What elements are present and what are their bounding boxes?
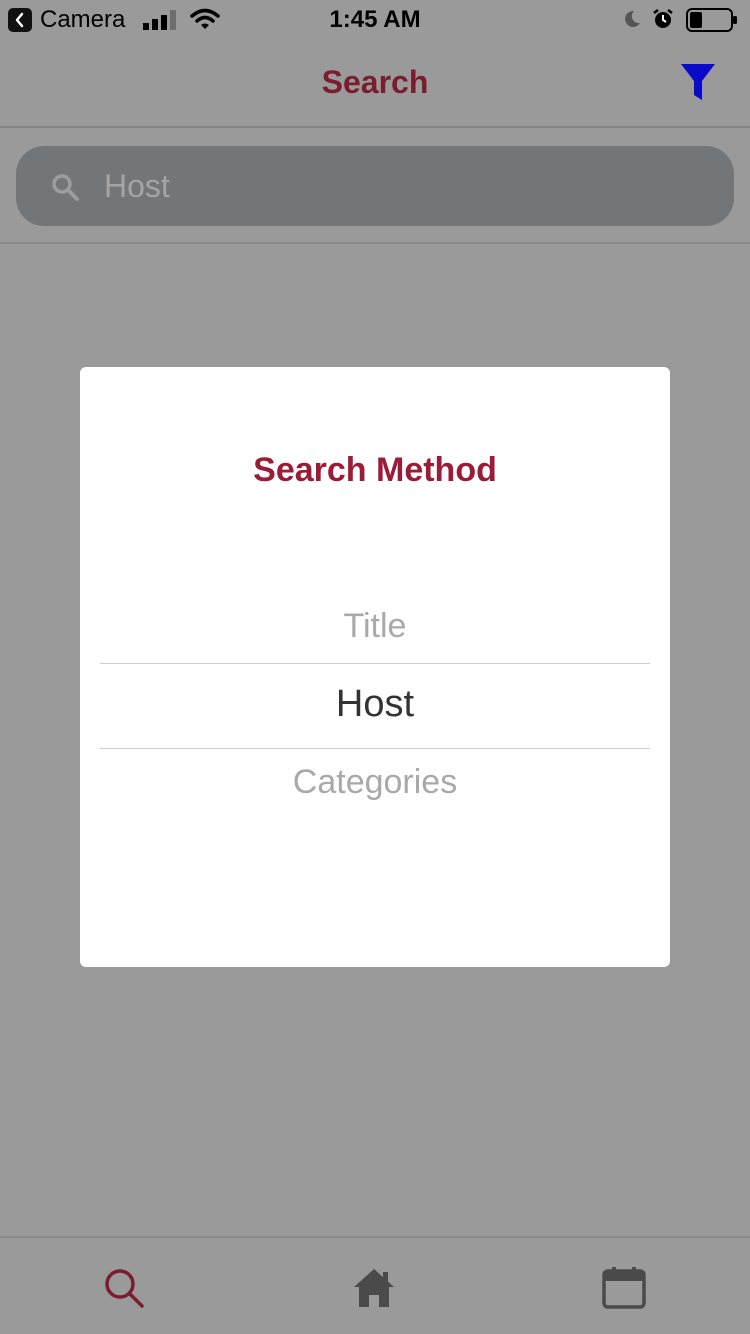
- search-icon: [105, 1269, 144, 1308]
- calendar-icon: [602, 1267, 646, 1309]
- tab-search[interactable]: [99, 1264, 149, 1312]
- battery-icon: [686, 8, 737, 32]
- home-icon: [354, 1269, 394, 1307]
- picker-option-categories[interactable]: Categories: [100, 763, 650, 802]
- page-title: Search: [321, 64, 429, 100]
- dialog-title: Search Method: [253, 451, 497, 489]
- status-bar: Camera 1:45 AM: [0, 0, 750, 40]
- filter-button[interactable]: [676, 60, 720, 104]
- moon-icon: [625, 10, 640, 27]
- picker-divider-bottom: [100, 748, 650, 749]
- search-icon: [52, 174, 79, 201]
- nav-bar: Search: [0, 40, 750, 128]
- picker-divider-top: [100, 663, 650, 664]
- picker-option-host[interactable]: Host: [100, 683, 650, 726]
- tab-bar: [0, 1236, 750, 1334]
- search-area: [0, 128, 750, 244]
- app-screen: Camera 1:45 AM Search Host Search Method…: [0, 0, 750, 1334]
- search-method-dialog: Search Method Title Host Categories: [80, 367, 670, 967]
- tab-calendar[interactable]: [599, 1264, 649, 1312]
- search-bar[interactable]: [16, 146, 734, 226]
- picker-option-title[interactable]: Title: [100, 607, 650, 646]
- tab-home[interactable]: [349, 1264, 399, 1312]
- filter-icon: [681, 64, 715, 100]
- alarm-icon: [653, 9, 673, 28]
- search-input[interactable]: [104, 146, 704, 226]
- search-method-picker[interactable]: Title Host Categories: [100, 587, 650, 817]
